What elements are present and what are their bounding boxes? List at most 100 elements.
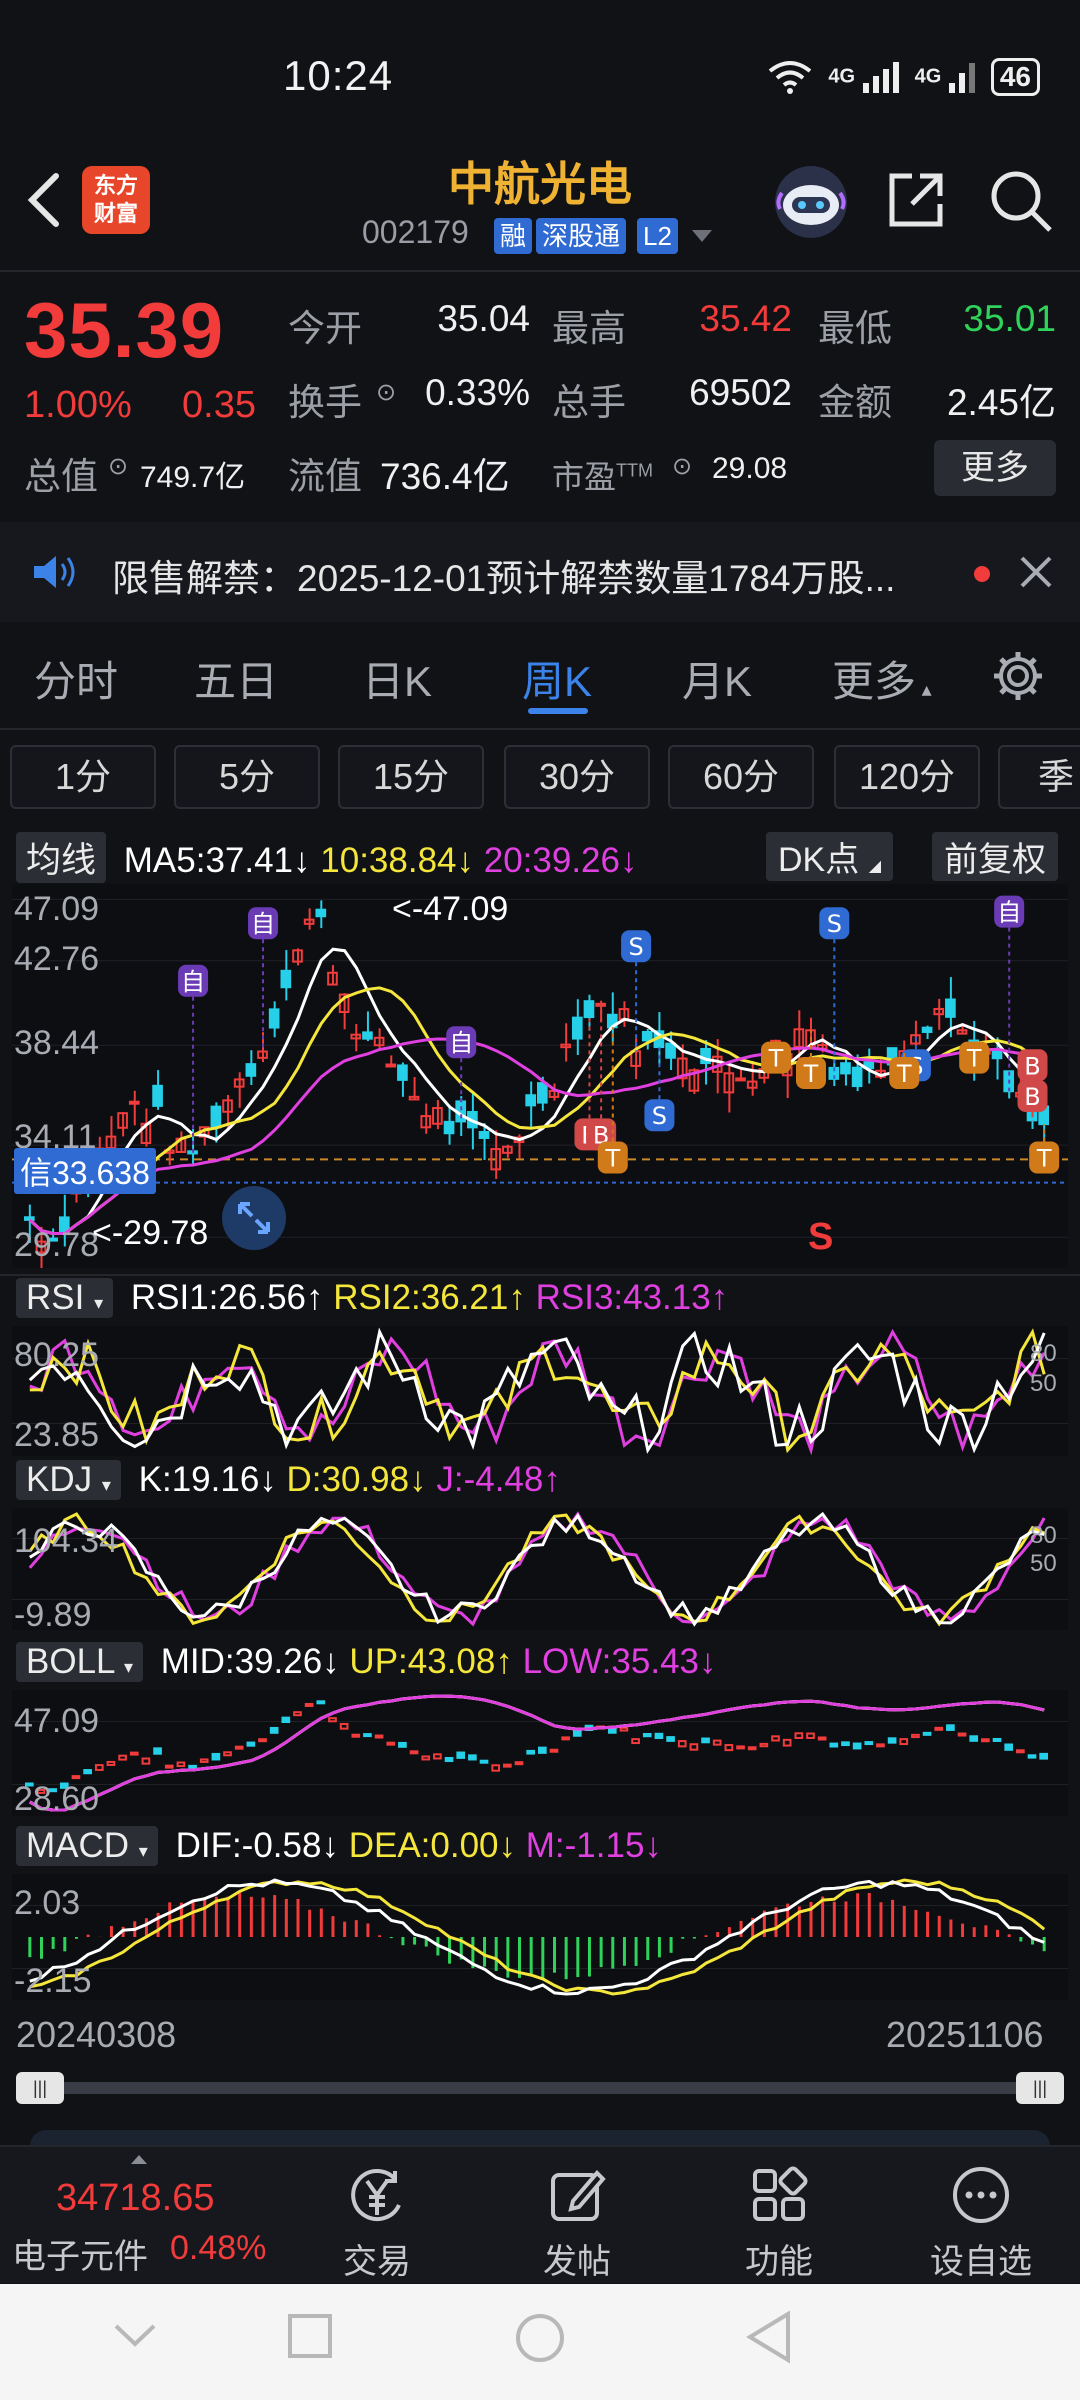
boll-selector[interactable]: BOLL ▾ <box>16 1642 143 1682</box>
ma20-value: 20:39.26↓ <box>483 841 638 880</box>
tab-weekly[interactable]: 周K <box>522 648 592 709</box>
post-label: 发帖 <box>543 2243 611 2281</box>
ma5-value: MA5:37.41↓ <box>123 841 311 880</box>
menu-chevron-icon[interactable] <box>112 2318 158 2352</box>
macd-selector[interactable]: MACD ▾ <box>16 1826 158 1866</box>
chevron-up-icon <box>131 2155 147 2164</box>
more-button[interactable]: 更多 <box>934 440 1056 496</box>
min-label: <-29.78 <box>92 1214 209 1252</box>
boll-chart[interactable] <box>12 1690 1068 1816</box>
start-date: 20240308 <box>16 2014 177 2055</box>
dk-point-button[interactable]: DK点 ◢ <box>766 832 893 881</box>
trade-button[interactable]: 交易 <box>302 2147 452 2283</box>
rsi-chart[interactable] <box>12 1326 1068 1456</box>
macd-y-top: 2.03 <box>14 1884 81 1922</box>
home-circle-icon[interactable] <box>514 2312 566 2364</box>
l2-tag: L2 <box>637 218 678 254</box>
index-widget[interactable]: 34718.65 电子元件 0.48% <box>10 2147 280 2283</box>
high-label: 最高 <box>552 308 626 349</box>
range-handle-right[interactable]: ||| <box>1016 2072 1064 2104</box>
index-percent: 0.48% <box>170 2229 267 2267</box>
tab-intraday[interactable]: 分时 <box>34 648 118 709</box>
pe-value: 29.08 <box>712 452 788 485</box>
bottom-bar: 34718.65 电子元件 0.48% 交易 发帖 功能 设自选 <box>0 2145 1080 2283</box>
mcap-label: 总值 <box>24 456 98 497</box>
range-scrollbar[interactable] <box>16 2082 1062 2094</box>
svg-text:S: S <box>628 933 643 961</box>
back-triangle-icon[interactable] <box>744 2310 794 2364</box>
add-watchlist-button[interactable]: 设自选 <box>906 2147 1056 2283</box>
turnover-label: 换手 <box>288 382 362 423</box>
signal-label: 信33.638 <box>14 1148 156 1194</box>
notice-banner[interactable]: 限售解禁：2025-12-01预计解禁数量1784万股... <box>0 522 1080 622</box>
chevron-down-icon[interactable] <box>690 228 714 244</box>
function-button[interactable]: 功能 <box>704 2147 854 2283</box>
macd-y-bottom: -2.15 <box>14 1962 92 2000</box>
turnover-value: 0.33% <box>425 372 530 413</box>
interval-120min-button[interactable]: 120分 <box>834 745 980 809</box>
share-icon[interactable] <box>884 168 948 232</box>
robot-avatar-icon[interactable] <box>772 163 850 241</box>
expand-icon[interactable] <box>222 1186 286 1250</box>
range-handle-left[interactable]: ||| <box>16 2072 64 2104</box>
change-value: 0.35 <box>182 384 256 426</box>
y-label-3: 38.44 <box>14 1024 100 1062</box>
close-icon[interactable] <box>1018 554 1054 590</box>
interval-1min-button[interactable]: 1分 <box>10 745 156 809</box>
speaker-icon <box>34 556 75 588</box>
macd-dif-value: DIF:-0.58↓ <box>175 1826 339 1865</box>
kdj-j-value: J:-4.48↑ <box>436 1460 561 1499</box>
tab-5day[interactable]: 五日 <box>194 648 278 709</box>
rsi-ref-top: 80 <box>1030 1340 1057 1367</box>
low-value: 35.01 <box>963 298 1056 339</box>
grid-icon <box>753 2166 808 2221</box>
kdj-k-value: K:19.16↓ <box>138 1460 277 1499</box>
kdj-d-value: D:30.98↓ <box>286 1460 427 1499</box>
interval-60min-button[interactable]: 60分 <box>668 745 814 809</box>
rsi-selector[interactable]: RSI ▾ <box>16 1278 114 1318</box>
info-icon[interactable]: ⊙ <box>376 378 396 407</box>
info-icon[interactable]: ⊙ <box>672 452 692 481</box>
svg-text:T: T <box>966 1045 982 1073</box>
divider <box>0 728 1080 730</box>
interval-30min-button[interactable]: 30分 <box>504 745 650 809</box>
index-value: 34718.65 <box>56 2177 215 2219</box>
kdj-chart[interactable] <box>12 1508 1068 1630</box>
amount-value: 2.45亿 <box>946 382 1056 423</box>
home-square-icon[interactable] <box>286 2312 334 2360</box>
search-icon[interactable] <box>988 168 1054 234</box>
candlestick-chart[interactable]: 自自自自SSSSBBBBTTTTTT <box>12 884 1068 1268</box>
info-icon[interactable]: ⊙ <box>108 452 128 481</box>
status-time: 10:24 <box>283 52 394 99</box>
wifi-icon <box>769 61 812 94</box>
divider <box>0 270 1080 272</box>
tab-monthly[interactable]: 月K <box>682 648 752 709</box>
interval-quarter-button[interactable]: 季 <box>998 745 1080 809</box>
post-button[interactable]: 发帖 <box>502 2147 652 2283</box>
macd-chart[interactable] <box>12 1874 1068 2000</box>
boll-y-bottom: 28.60 <box>14 1780 100 1818</box>
end-date: 20251106 <box>886 2014 1044 2055</box>
mcap-value: 749.7亿 <box>140 461 246 494</box>
interval-15min-button[interactable]: 15分 <box>338 745 484 809</box>
system-nav-bar <box>0 2284 1080 2400</box>
svg-text:B: B <box>1024 1083 1040 1111</box>
boll-low-value: LOW:35.43↓ <box>522 1642 717 1681</box>
gear-icon[interactable] <box>990 648 1046 704</box>
index-name: 电子元件 <box>12 2238 148 2276</box>
signal-icon: 4G <box>828 61 900 93</box>
current-price: 35.39 <box>24 286 225 374</box>
interval-5min-button[interactable]: 5分 <box>174 745 320 809</box>
adjust-button[interactable]: 前复权 <box>932 832 1058 881</box>
tab-daily[interactable]: 日K <box>362 648 432 709</box>
tab-more[interactable]: 更多 ▴ <box>832 648 932 709</box>
rsi-ref-bottom: 50 <box>1030 1370 1057 1397</box>
svg-text:自: 自 <box>449 1029 473 1057</box>
yen-icon <box>351 2169 401 2222</box>
kdj-selector[interactable]: KDJ ▾ <box>16 1460 121 1500</box>
float-value: 736.4亿 <box>380 456 510 497</box>
change-percent: 1.00% <box>24 384 132 426</box>
ma-selector[interactable]: 均线 <box>16 832 107 883</box>
y-label-bottom: 29.78 <box>14 1226 100 1264</box>
svg-text:T: T <box>768 1045 784 1073</box>
